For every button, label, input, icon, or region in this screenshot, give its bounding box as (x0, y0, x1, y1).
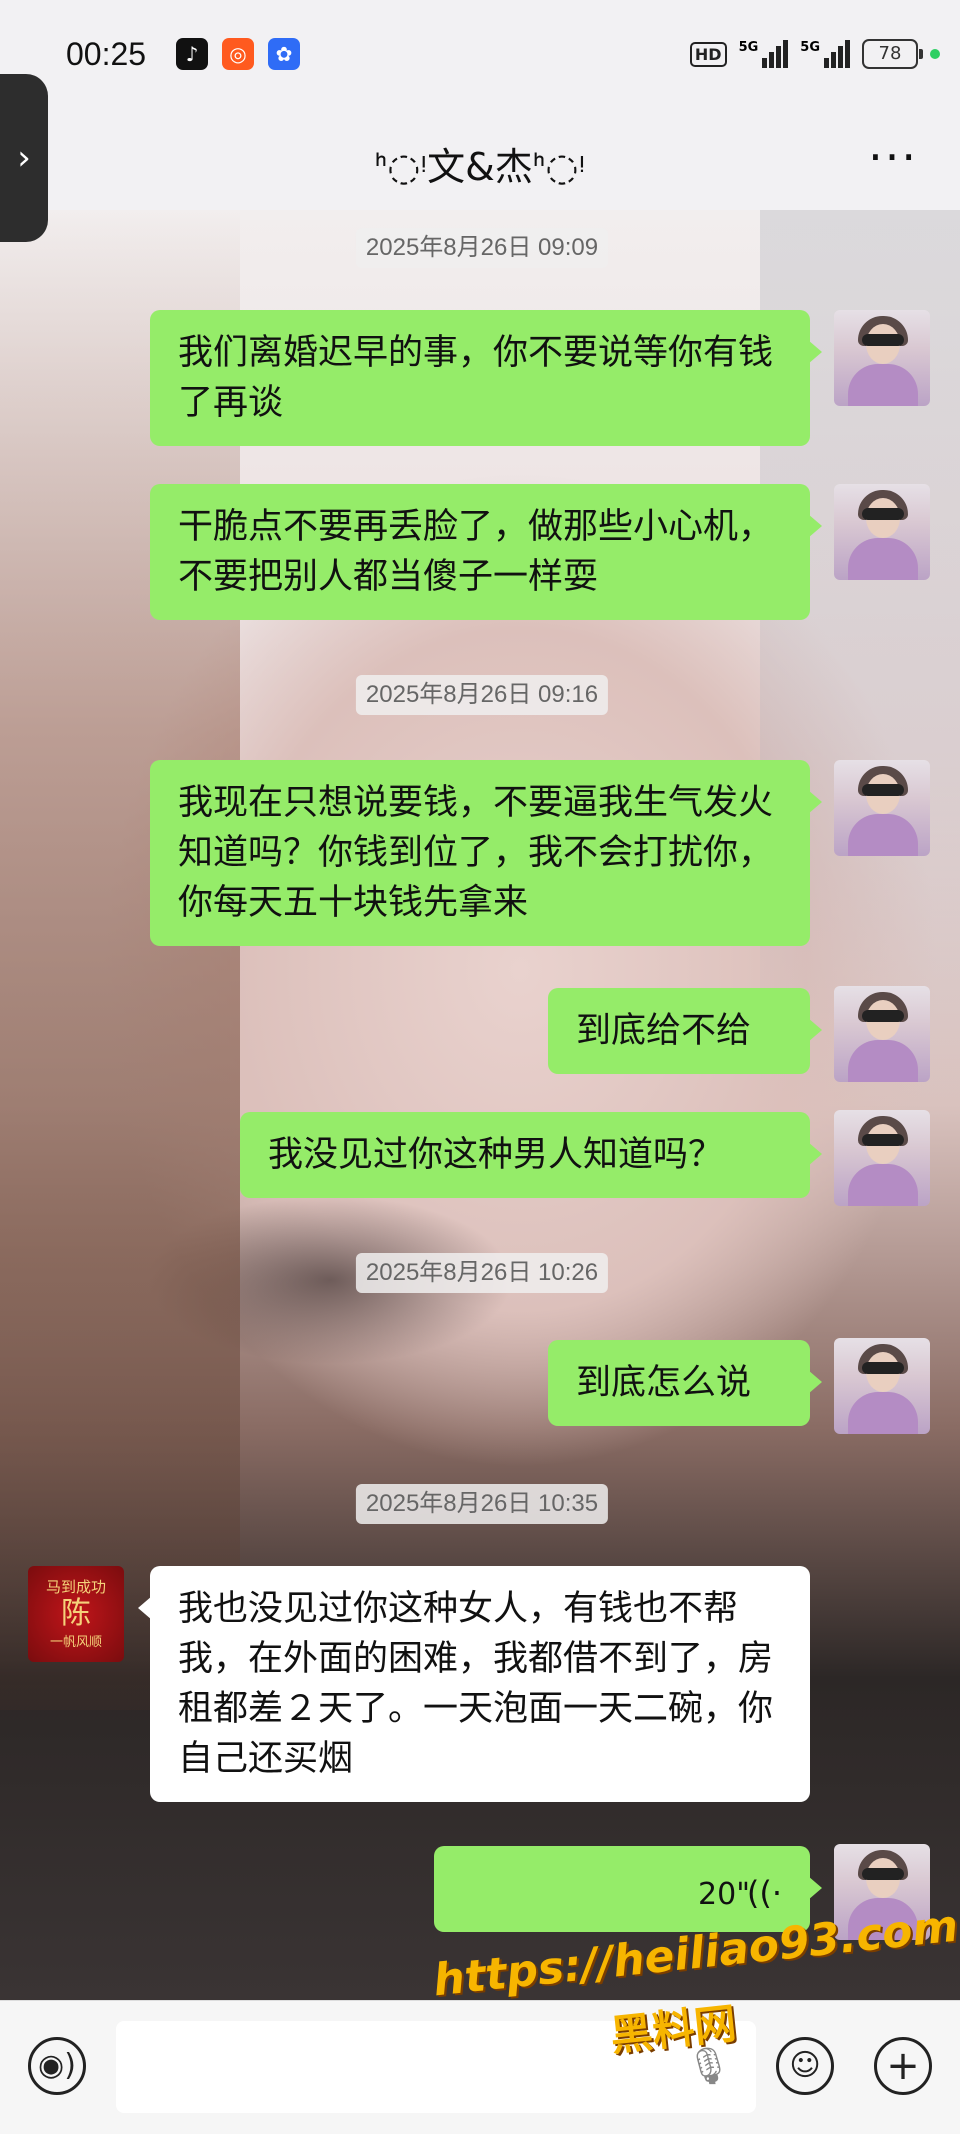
voice-input-button[interactable]: ◉) (28, 2037, 86, 2095)
baidu-paw-icon: ✿ (268, 38, 300, 70)
voice-duration: 20" (698, 1877, 750, 1912)
signal-2-label: 5G (800, 40, 820, 55)
message-bubble-sent[interactable]: 到底给不给 (548, 988, 822, 1074)
avatar[interactable] (834, 484, 930, 580)
avatar-line2: 陈 (61, 1596, 91, 1631)
more-options-button[interactable]: ··· (868, 130, 918, 184)
voice-message-bubble[interactable]: 20" ((· (434, 1846, 822, 1932)
hd-voice-icon: HD (689, 41, 727, 67)
tiktok-icon: ♪ (176, 38, 208, 70)
message-bubble-sent[interactable]: 我们离婚迟早的事，你不要说等你有钱了再谈 (150, 310, 822, 446)
message-bubble-sent[interactable]: 我现在只想说要钱，不要逼我生气发火知道吗？你钱到位了，我不会打扰你，你每天五十块… (150, 760, 822, 946)
avatar[interactable] (834, 1338, 930, 1434)
signal-1-label: 5G (738, 40, 759, 55)
input-bar: ◉) 🎙 ☺ + (0, 2000, 960, 2134)
avatar-line1: 马到成功 (45, 1578, 106, 1596)
timestamp-4: 2025年8月26日 10:35 (355, 1484, 609, 1524)
signal-icon-1: 5G (739, 40, 789, 68)
timestamp-1: 2025年8月26日 09:09 (355, 228, 609, 268)
message-bubble-received[interactable]: 我也没见过你这种女人，有钱也不帮我，在外面的困难，我都借不到了，房租都差２天了。… (138, 1566, 810, 1802)
status-time: 00:25 (66, 36, 147, 72)
signal-icon-2: 5G (800, 40, 850, 68)
avatar[interactable] (834, 310, 930, 406)
timestamp-3: 2025年8月26日 10:26 (355, 1253, 609, 1293)
avatar[interactable]: 马到成功 陈 一帆风顺 (28, 1566, 124, 1662)
message-bubble-sent[interactable]: 到底怎么说 (548, 1340, 822, 1426)
add-more-button[interactable]: + (874, 2037, 932, 2095)
message-bubble-sent[interactable]: 干脆点不要再丢脸了，做那些小心机，不要把别人都当傻子一样耍 (150, 484, 822, 620)
voice-wave-icon: ((· (746, 1874, 782, 1912)
avatar[interactable] (834, 760, 930, 856)
chat-header: ‹ ᑋ◌ᵎ文&杰ᑋ◌ᵎ ··· (0, 110, 960, 210)
chat-title: ᑋ◌ᵎ文&杰ᑋ◌ᵎ (374, 145, 586, 189)
status-dot-icon (930, 49, 940, 59)
emoji-button[interactable]: ☺ (776, 2037, 834, 2095)
avatar-line3: 一帆风顺 (49, 1635, 102, 1650)
status-bar: 00:25 ♪ ◎ ✿ HD 5G 5G 78 (0, 0, 960, 110)
avatar[interactable] (834, 986, 930, 1082)
side-edge-tab[interactable]: › (0, 74, 48, 242)
message-bubble-sent[interactable]: 我没见过你这种男人知道吗？ (240, 1112, 822, 1198)
app-store-icon: ◎ (222, 38, 254, 70)
battery-icon: 78 (862, 39, 923, 69)
avatar[interactable] (834, 1110, 930, 1206)
timestamp-2: 2025年8月26日 09:16 (355, 675, 609, 715)
